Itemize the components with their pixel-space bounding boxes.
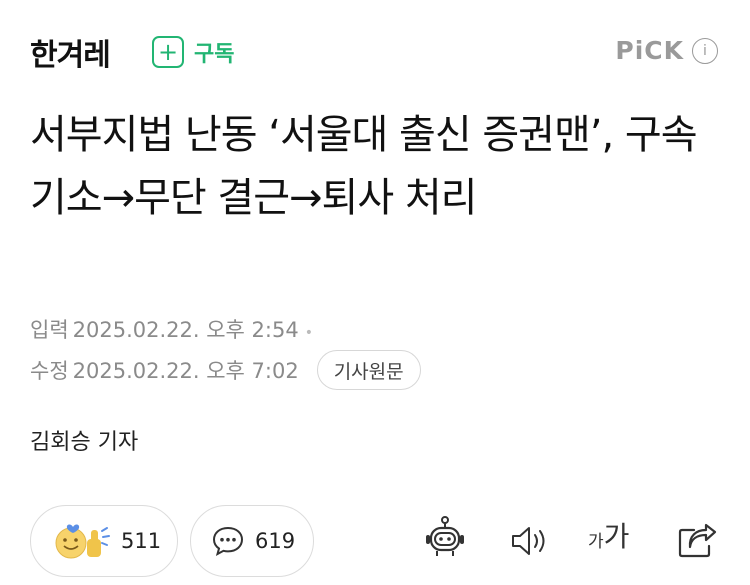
input-label: 입력 xyxy=(30,318,69,342)
font-size-icon[interactable]: 가 가 xyxy=(588,523,629,551)
plus-icon: + xyxy=(152,36,184,68)
input-time: 2025.02.22. 오후 2:54 xyxy=(72,318,299,342)
share-icon[interactable] xyxy=(677,523,717,559)
reaction-button[interactable]: 511 xyxy=(30,505,178,577)
pick-label: PiCK xyxy=(615,36,684,65)
reaction-emoji-icon xyxy=(55,524,110,559)
info-icon[interactable]: i xyxy=(692,37,718,64)
input-timestamp: 입력 2025.02.22. 오후 2:54 • xyxy=(30,314,313,344)
font-size-large-label: 가 xyxy=(603,520,630,553)
action-bar: 511 619 가 가 xyxy=(0,505,750,580)
article-title: 서부지법 난동 ‘서울대 출신 증권맨’, 구속 기소→무단 결근→퇴사 처리 xyxy=(30,112,698,221)
robot-summary-icon[interactable] xyxy=(425,515,465,561)
edit-timestamp: 수정 2025.02.22. 오후 7:02 기사원문 xyxy=(30,350,421,390)
original-article-button[interactable]: 기사원문 xyxy=(316,350,421,390)
newspaper-logo[interactable]: 한겨레 xyxy=(30,30,111,74)
comment-bubble-icon xyxy=(212,526,244,556)
app-header: 한겨레 + 구독 PiCK i xyxy=(0,0,750,100)
pick-badge[interactable]: PiCK i xyxy=(615,36,718,65)
edit-time: 2025.02.22. 오후 7:02 xyxy=(72,359,299,383)
reaction-count: 511 xyxy=(121,529,162,553)
comment-count: 619 xyxy=(255,529,296,553)
comment-button[interactable]: 619 xyxy=(190,505,314,577)
reporter-name[interactable]: 김회승 기자 xyxy=(30,424,138,456)
subscribe-label: 구독 xyxy=(194,42,235,67)
font-size-small-label: 가 xyxy=(588,532,604,552)
separator-dot: • xyxy=(304,325,313,341)
edit-label: 수정 xyxy=(30,359,69,383)
speaker-icon[interactable] xyxy=(510,525,550,557)
subscribe-button[interactable]: + 구독 xyxy=(152,36,234,68)
